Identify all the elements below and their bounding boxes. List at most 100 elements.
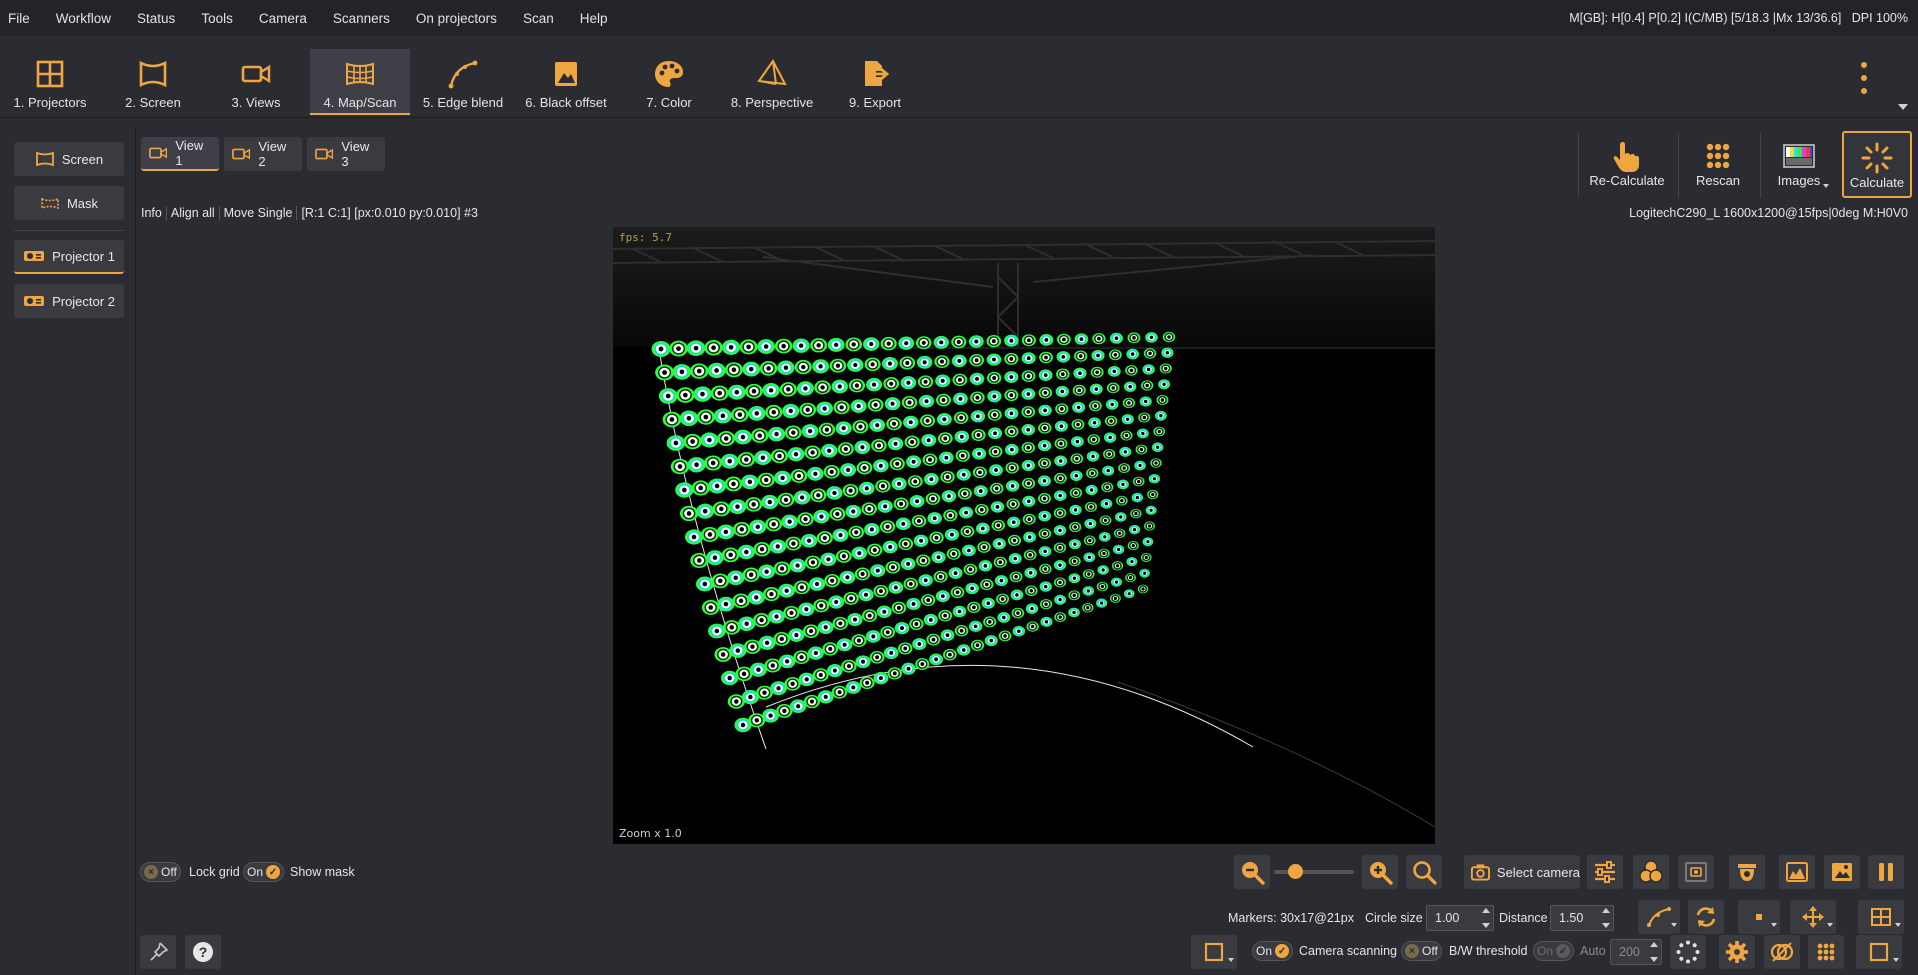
images-button[interactable]: Images <box>1767 131 1831 198</box>
point-size-button[interactable] <box>1738 900 1780 934</box>
menu-file[interactable]: File <box>0 11 43 26</box>
camera-image[interactable] <box>613 227 1435 844</box>
sidebar-projector-2[interactable]: Projector 2 <box>14 284 124 318</box>
zoom-in-button[interactable] <box>1362 855 1398 889</box>
tab-view-2[interactable]: View 2 <box>224 137 302 171</box>
camera-image-button[interactable] <box>1678 855 1714 889</box>
info-button[interactable]: Info <box>141 206 167 220</box>
tab-view-3[interactable]: View 3 <box>307 137 385 171</box>
zoom-slider-thumb[interactable] <box>1288 864 1303 879</box>
scan-marker <box>871 438 887 453</box>
circle-size-spinbox[interactable]: 1.00 <box>1426 905 1494 931</box>
marker-center-dot <box>914 622 919 626</box>
screen-icon <box>139 60 167 88</box>
scan-marker <box>900 557 916 571</box>
marker-center-dot <box>849 596 854 601</box>
pin-button[interactable] <box>140 935 176 969</box>
circle-size-label: Circle size <box>1365 911 1423 925</box>
toolbar-expand-icon[interactable] <box>1898 104 1908 110</box>
zoom-out-button[interactable] <box>1234 855 1270 889</box>
loading-button[interactable] <box>1670 935 1706 969</box>
menu-on-projectors[interactable]: On projectors <box>403 11 510 26</box>
step-export[interactable]: 9. Export <box>825 49 925 115</box>
scan-marker <box>1116 495 1128 506</box>
zoom-fit-button[interactable] <box>1406 855 1442 889</box>
marker-center-dot <box>1089 488 1094 492</box>
sidebar-screen-button[interactable]: Screen <box>14 142 124 176</box>
align-all-button[interactable]: Align all <box>167 206 220 220</box>
selection-shape-button[interactable] <box>1191 935 1237 969</box>
scan-marker <box>1113 528 1126 539</box>
grid-layout-button[interactable] <box>1858 900 1904 934</box>
move-tool-button[interactable] <box>1790 900 1836 934</box>
action-divider <box>1578 133 1579 198</box>
sidebar-mask-button[interactable]: Mask <box>14 186 124 220</box>
scan-marker <box>1008 553 1022 565</box>
marker-center-dot <box>1112 369 1117 374</box>
blend-toggle-button[interactable] <box>1764 935 1800 969</box>
marker-pattern-button[interactable] <box>1808 935 1844 969</box>
tab-view-1[interactable]: View 1 <box>141 137 219 171</box>
bw-threshold-toggle[interactable]: × Off <box>1401 941 1442 961</box>
marker-center-dot <box>1096 353 1100 358</box>
scan-marker <box>812 359 830 374</box>
camera-viewport[interactable]: fps: 5.7 Zoom x 1.0 <box>613 227 1435 844</box>
distance-spinbox[interactable]: 1.50 <box>1550 905 1614 931</box>
step-map-scan[interactable]: 4. Map/Scan <box>310 49 410 115</box>
recalculate-button[interactable]: Re-Calculate <box>1585 131 1669 198</box>
spin-arrows-icon[interactable] <box>1649 942 1659 962</box>
image-button[interactable] <box>1779 855 1815 889</box>
marker-center-dot <box>1086 606 1090 610</box>
marker-center-dot <box>873 402 878 408</box>
menu-help[interactable]: Help <box>567 11 621 26</box>
step-views[interactable]: 3. Views <box>206 49 306 115</box>
step-edge-blend[interactable]: 5. Edge blend <box>413 49 513 115</box>
calculate-button[interactable]: Calculate <box>1842 131 1912 198</box>
spin-arrows-icon[interactable] <box>1601 908 1611 928</box>
more-options-icon[interactable] <box>1854 58 1874 98</box>
scan-marker <box>1006 498 1020 510</box>
refresh-button[interactable] <box>1688 900 1724 934</box>
step-color[interactable]: 7. Color <box>619 49 719 115</box>
zoom-slider[interactable] <box>1274 864 1354 879</box>
rgb-channels-button[interactable] <box>1633 855 1669 889</box>
select-camera-button[interactable]: Select camera <box>1464 855 1580 889</box>
marker-center-dot <box>702 508 708 514</box>
camera-scanning-toggle[interactable]: On ✓ <box>1252 941 1294 961</box>
move-single-button[interactable]: Move Single <box>220 206 298 220</box>
help-button[interactable]: ? <box>185 935 221 969</box>
marker-center-dot <box>1149 508 1153 512</box>
step-screen[interactable]: 2. Screen <box>103 49 203 115</box>
menu-scan[interactable]: Scan <box>510 11 567 26</box>
zoom-out-icon <box>1242 862 1265 885</box>
picture-button[interactable] <box>1824 855 1860 889</box>
pause-button[interactable] <box>1868 855 1904 889</box>
menu-status[interactable]: Status <box>124 11 188 26</box>
show-mask-toggle[interactable]: On ✓ <box>243 862 285 882</box>
marker-center-dot <box>1145 383 1149 388</box>
marker-center-dot <box>1144 555 1148 560</box>
rescan-button[interactable]: Rescan <box>1683 131 1753 198</box>
settings-button[interactable] <box>1719 935 1755 969</box>
camera-settings-button[interactable] <box>1587 855 1623 889</box>
menu-tools[interactable]: Tools <box>188 11 246 26</box>
auto-threshold-toggle[interactable]: On ✓ <box>1533 941 1575 961</box>
spin-arrows-icon[interactable] <box>1481 908 1491 928</box>
marker-center-dot <box>953 571 958 575</box>
lock-grid-toggle[interactable]: × Off <box>140 862 181 882</box>
sidebar-projector-1[interactable]: Projector 1 <box>14 240 124 274</box>
marker-center-dot <box>1078 371 1082 376</box>
scan-marker <box>1005 462 1019 474</box>
marker-center-dot <box>1119 515 1123 519</box>
menu-camera[interactable]: Camera <box>246 11 320 26</box>
menu-scanners[interactable]: Scanners <box>320 11 403 26</box>
threshold-spinbox[interactable]: 200 <box>1610 939 1662 965</box>
step-black-offset[interactable]: 6. Black offset <box>516 49 616 115</box>
interpolation-curve-button[interactable] <box>1638 900 1680 934</box>
step-perspective[interactable]: 8. Perspective <box>722 49 822 115</box>
step-projectors[interactable]: 1. Projectors <box>0 49 100 115</box>
menu-workflow[interactable]: Workflow <box>43 11 124 26</box>
dome-camera-button[interactable] <box>1729 855 1765 889</box>
region-button[interactable] <box>1856 935 1902 969</box>
marker-center-dot <box>932 516 937 521</box>
